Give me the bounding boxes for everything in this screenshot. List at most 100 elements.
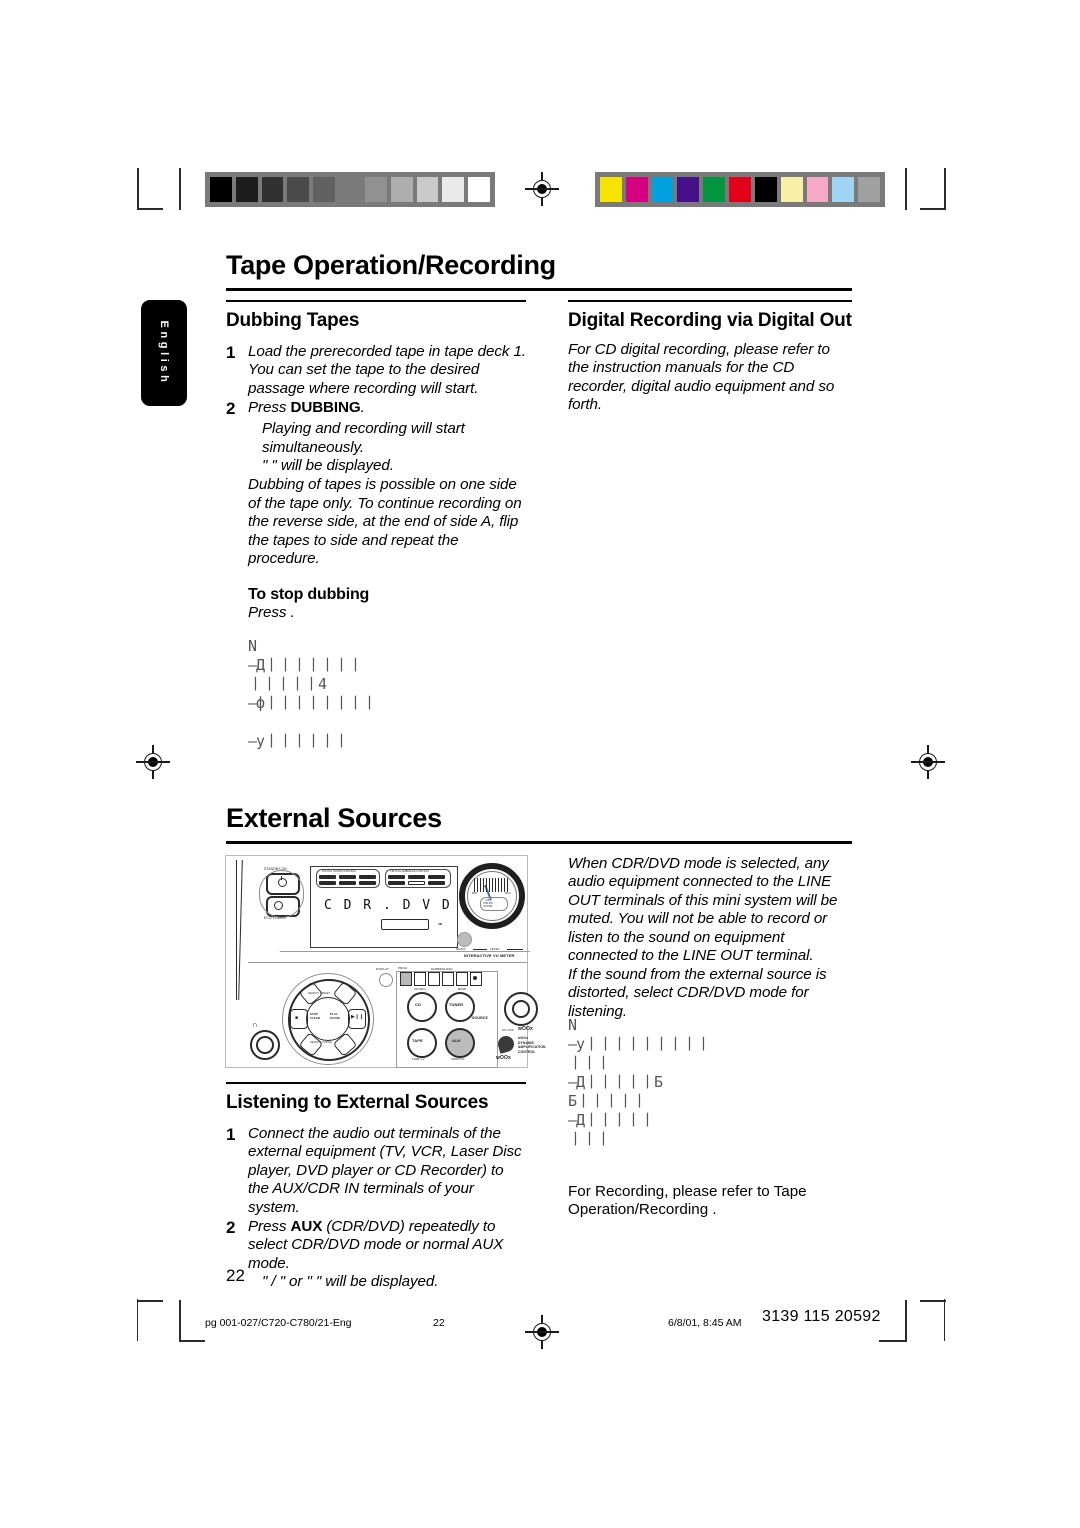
listening-heading: Listening to External Sources <box>226 1092 489 1113</box>
source-button-aux[interactable] <box>445 1028 475 1058</box>
tape-button[interactable] <box>414 972 426 986</box>
dubbing-step-2-text: Press DUBBING. <box>248 399 526 419</box>
page-title: Tape Operation/Recording <box>226 250 556 280</box>
gray-swatch <box>364 177 387 202</box>
gray-swatch <box>210 177 232 202</box>
vu-meter-max-label: MAX <box>505 892 511 895</box>
dsc-button[interactable] <box>359 881 376 885</box>
gray-swatch <box>261 177 284 202</box>
vu-meter-scale <box>474 878 510 892</box>
rec-button-dot <box>473 976 477 980</box>
digital-recording-heading: Digital Recording via Digital Out <box>568 310 852 331</box>
tape-button[interactable] <box>428 972 440 986</box>
woox-logo-label: wOOx <box>496 1055 511 1061</box>
digital-sound-control-label: DIGITAL SOUND CONTROL <box>322 870 357 873</box>
lcd-progress-box <box>381 919 429 930</box>
lcd-readout: C D R . D V D <box>324 898 452 913</box>
registration-mark-right <box>911 745 945 779</box>
gray-swatch <box>390 177 413 202</box>
source-button-cd-label: CD <box>415 1002 421 1007</box>
cdr-dvd-label: CDR/DVD <box>451 1057 465 1061</box>
vec-button[interactable] <box>428 875 445 879</box>
dsc-button[interactable] <box>319 875 336 879</box>
vec-button-active[interactable] <box>408 881 425 885</box>
dubbing-substep-2: " " will be displayed. <box>262 457 394 475</box>
vec-button[interactable] <box>388 881 405 885</box>
footer-page-number: 22 <box>433 1317 445 1329</box>
vec-button[interactable] <box>388 875 405 879</box>
jog-play-pause-label: PLAY PAUSE <box>330 1012 340 1020</box>
registration-mark-left <box>136 745 170 779</box>
on-off-label: ON OFF <box>502 1028 514 1032</box>
dubbing-step-2-prefix: Press <box>248 399 291 417</box>
jog-button-prev[interactable] <box>290 1009 308 1029</box>
listening-step-2-sub: " / " or " " will be displayed. <box>262 1273 439 1291</box>
gray-swatch <box>468 177 490 202</box>
dubbing-tapes-section: Dubbing Tapes 1 Load the prerecorded tap… <box>226 300 526 751</box>
lcd-db-label: dB <box>438 922 443 926</box>
external-sources-rule <box>226 841 852 844</box>
registration-mark-bottom <box>525 1315 559 1349</box>
listening-step-1-number: 1 <box>226 1125 236 1144</box>
listening-external-sources-section: Listening to External Sources 1 Connect … <box>226 1082 526 1292</box>
gray-swatch <box>313 177 336 202</box>
vu-meter-min-label: MIN <box>472 892 478 895</box>
digital-rule <box>568 300 852 302</box>
prog-label: PROG <box>398 966 408 970</box>
color-swatch <box>780 177 803 202</box>
tape-button[interactable] <box>442 972 454 986</box>
vec-button[interactable] <box>428 881 445 885</box>
dsc-button[interactable] <box>319 881 336 885</box>
vec-button[interactable] <box>408 875 425 879</box>
listening-step-2-text: Press AUX (CDR/DVD) repeatedly to select… <box>248 1218 526 1273</box>
headphone-jack-inner <box>256 1036 274 1054</box>
footer-timestamp: 6/8/01, 8:45 AM <box>668 1317 742 1329</box>
dsc-button[interactable] <box>339 875 356 879</box>
display-button[interactable] <box>379 973 393 987</box>
page-number: 22 <box>226 1266 245 1285</box>
gray-swatch <box>442 177 465 202</box>
external-sources-title: External Sources <box>226 803 442 833</box>
dubbing-garbled-glyph-block: N —Д丨丨丨丨丨丨丨 丨丨丨丨丨4 —ф丨丨丨丨丨丨丨丨 —у丨丨丨丨丨丨 <box>248 636 377 750</box>
dubbing-rule <box>226 300 526 302</box>
woox-small-label: wOOx <box>518 1026 533 1032</box>
listening-step-2-number: 2 <box>226 1218 236 1238</box>
dubbing-paragraph: Dubbing of tapes is possible on one side… <box>248 476 522 568</box>
source-button-tuner[interactable] <box>445 992 475 1022</box>
music-level-knob[interactable] <box>457 932 472 947</box>
device-front-panel-illustration: STANDBY-ON ECO POWER DIGITAL SOUND CONTR… <box>225 855 546 1068</box>
play-pause-icon: ▶❙❙ <box>351 1014 364 1020</box>
tape-1-2-label: TAPE 1-2 <box>412 1057 425 1061</box>
dsc-button[interactable] <box>359 875 376 879</box>
gray-swatch <box>287 177 310 202</box>
stop-dubbing-heading: To stop dubbing <box>248 586 370 604</box>
dubbing-step-1-number: 1 <box>226 343 236 362</box>
display-button-label: DISPLAY <box>376 967 390 971</box>
band-label: BAND <box>458 987 467 991</box>
gray-swatch <box>339 177 361 202</box>
digital-recording-section: Digital Recording via Digital Out For CD… <box>568 300 852 415</box>
footer-filename: pg 001-027/C720-C780/21-Eng <box>205 1317 352 1329</box>
external-garbled-glyph-block: N —у丨丨丨丨丨丨丨丨丨 丨丨丨 —Д丨丨丨丨丨Б Б丨丨丨丨丨 —Д丨丨丨丨… <box>568 1016 711 1148</box>
footer-rule-right <box>944 1299 945 1341</box>
dsc-button[interactable] <box>339 881 356 885</box>
woox-description: wOOx DYNAMIC AMPLIFICATION CONTROL <box>518 1036 546 1054</box>
dubbing-button-label: DUBBING <box>290 399 361 417</box>
stop-icon: ■ <box>295 1015 299 1021</box>
virtual-ambience-control-label: VIRTUAL AMBIENCE CONTROL <box>390 870 430 873</box>
source-button-tuner-label: TUNER <box>449 1002 464 1007</box>
gray-swatch <box>235 177 258 202</box>
color-swatch <box>729 177 751 202</box>
source-button-tape[interactable] <box>407 1028 437 1058</box>
prog-button[interactable] <box>400 972 412 986</box>
dubbing-heading: Dubbing Tapes <box>226 310 360 331</box>
headphone-icon: ∩ <box>252 1020 258 1029</box>
dubbing-button[interactable] <box>456 972 468 986</box>
color-swatch <box>832 177 855 202</box>
color-swatch <box>858 177 880 202</box>
aux-button-label: AUX <box>290 1218 323 1236</box>
volume-knob-inner <box>512 1000 530 1018</box>
vu-meter-brand-text: ( dB ) PHILIPS SOUND <box>483 899 493 908</box>
source-button-cd[interactable] <box>407 992 437 1022</box>
title-rule <box>226 288 852 291</box>
